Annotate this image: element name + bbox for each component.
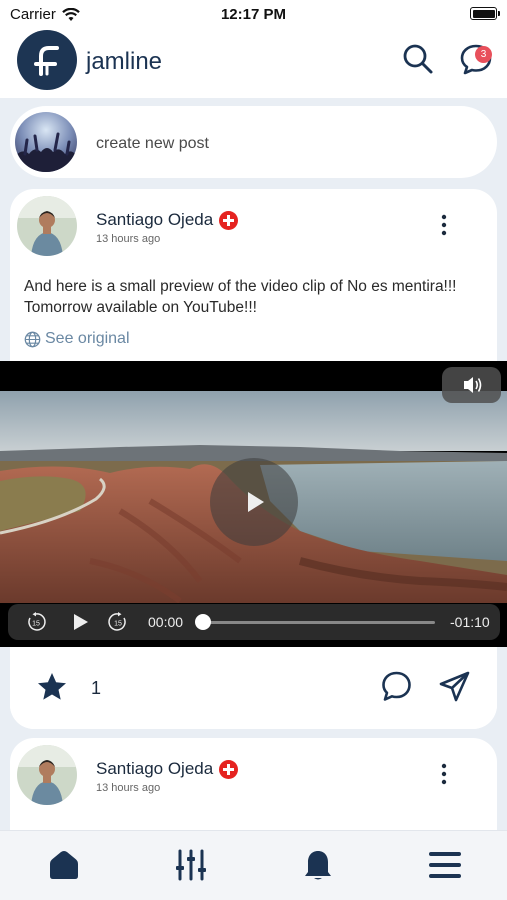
user-avatar[interactable] [15, 112, 77, 172]
more-options-icon[interactable] [438, 213, 450, 237]
app-header: jamline 3 [0, 28, 507, 98]
play-icon [248, 492, 264, 512]
swiss-flag-icon [219, 759, 239, 779]
clock: 12:17 PM [220, 6, 287, 23]
author-name-text: Santiago Ojeda [96, 210, 214, 229]
swiss-flag-icon [219, 210, 239, 230]
volume-button[interactable] [442, 367, 501, 403]
message-count-badge: 3 [475, 46, 492, 63]
progress-track[interactable] [203, 621, 435, 624]
battery-icon [470, 7, 500, 20]
see-original-link[interactable]: See original [24, 330, 130, 348]
jamline-logo[interactable] [17, 30, 77, 90]
svg-text:15: 15 [32, 621, 40, 628]
author-name[interactable]: Santiago Ojeda [96, 759, 239, 779]
comment-icon[interactable] [380, 670, 413, 703]
rewind-15-icon[interactable]: 15 [26, 612, 46, 632]
video-player[interactable]: 15 15 00:00 -01:10 [0, 361, 507, 647]
author-name-text: Santiago Ojeda [96, 759, 214, 778]
post-actions: 1 [10, 647, 497, 729]
create-post-label: create new post [96, 135, 209, 152]
more-options-icon[interactable] [438, 762, 450, 786]
post-text: And here is a small preview of the video… [24, 278, 457, 316]
scrubber-knob[interactable] [195, 614, 211, 630]
home-icon[interactable] [47, 848, 81, 882]
author-name[interactable]: Santiago Ojeda [96, 210, 239, 230]
sliders-icon[interactable] [174, 848, 208, 882]
forward-15-icon[interactable]: 15 [108, 612, 128, 632]
author-avatar[interactable] [17, 745, 77, 805]
like-count: 1 [91, 678, 102, 698]
create-post-bar[interactable]: create new post [10, 106, 497, 178]
author-avatar[interactable] [17, 196, 77, 256]
video-controls: 15 15 00:00 -01:10 [8, 604, 500, 640]
menu-icon[interactable] [428, 848, 462, 882]
tab-bar [0, 830, 507, 900]
see-original-text: See original [45, 330, 130, 347]
current-time: 00:00 [148, 614, 184, 630]
logo-mark-icon [34, 46, 59, 76]
send-icon[interactable] [438, 670, 471, 703]
play-button-large[interactable] [210, 458, 298, 546]
remaining-time: -01:10 [450, 614, 490, 630]
svg-text:15: 15 [114, 621, 122, 628]
search-icon[interactable] [401, 42, 435, 76]
post-timestamp: 13 hours ago [96, 233, 161, 245]
post-timestamp: 13 hours ago [96, 782, 161, 794]
speaker-icon [464, 377, 482, 393]
bell-icon[interactable] [301, 848, 335, 882]
play-icon-small[interactable] [70, 612, 90, 632]
star-icon[interactable] [36, 671, 68, 703]
brand-name: jamline [86, 48, 163, 75]
status-bar: Carrier 12:17 PM [0, 0, 507, 28]
globe-icon [24, 331, 41, 347]
